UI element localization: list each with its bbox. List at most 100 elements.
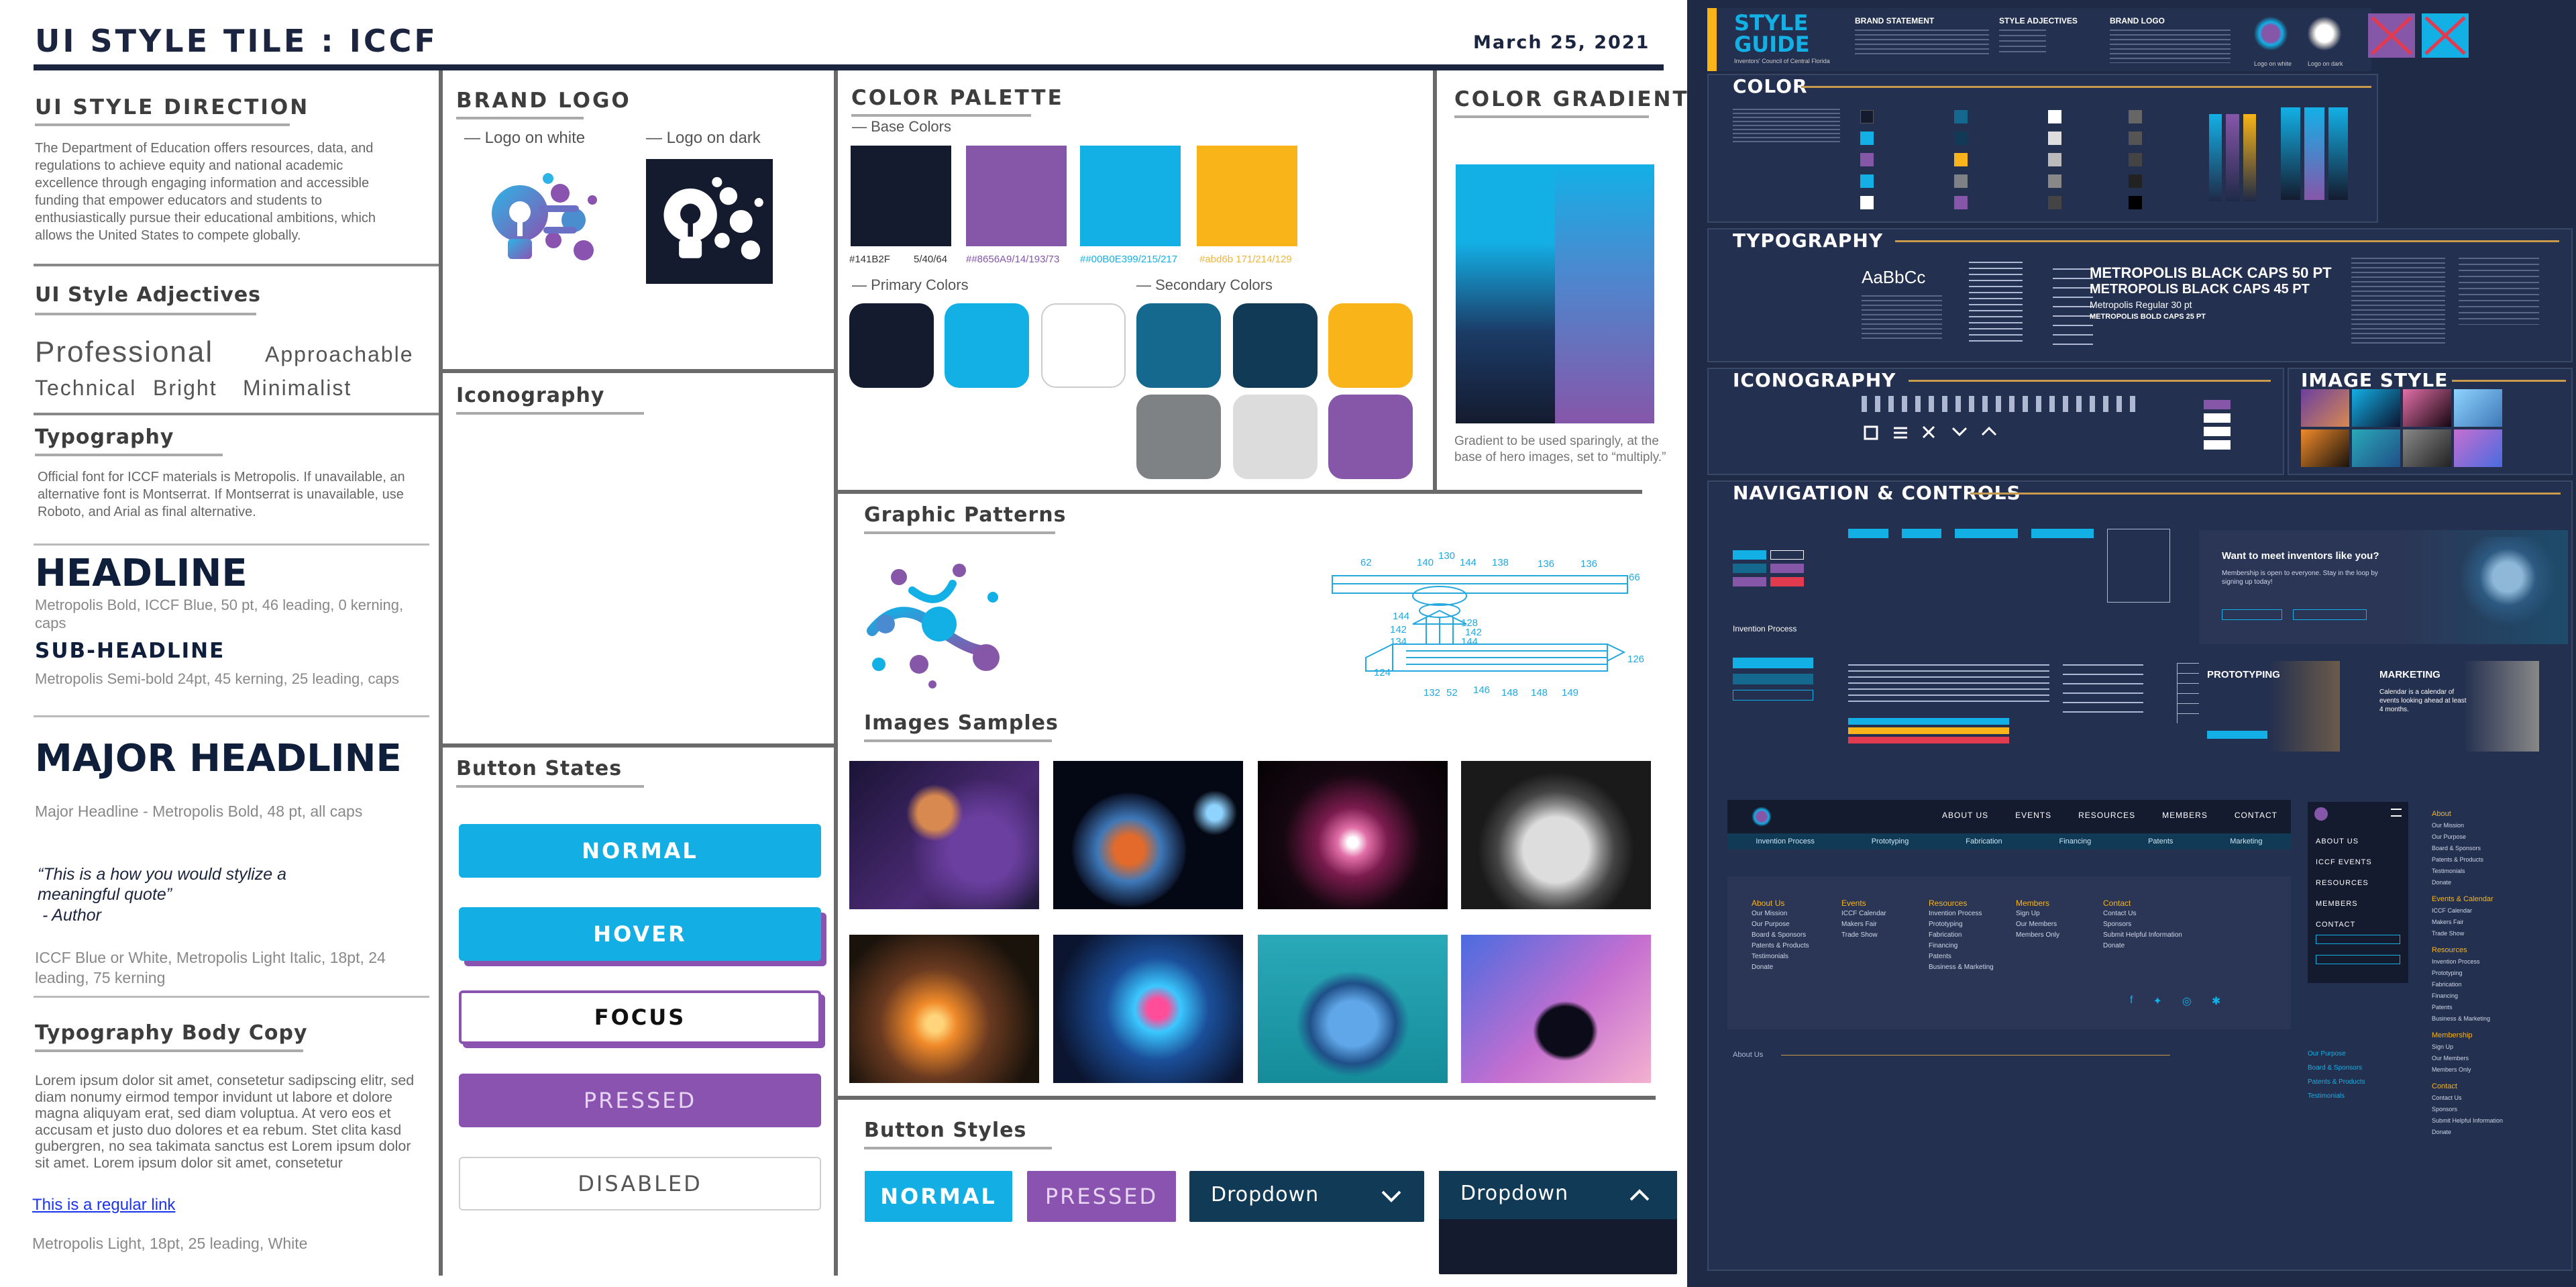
footer-link[interactable]: Contact Us bbox=[2103, 909, 2182, 919]
style-normal-button[interactable]: NORMAL bbox=[865, 1171, 1012, 1222]
footer-link[interactable]: Business & Marketing bbox=[1929, 962, 1994, 973]
sub-nav-item[interactable]: Marketing bbox=[2230, 837, 2262, 845]
sub-nav-item[interactable]: Invention Process bbox=[1756, 837, 1814, 845]
style-pressed-button[interactable]: PRESSED bbox=[1027, 1171, 1176, 1222]
tech-label: 144 bbox=[1460, 557, 1477, 568]
mobile-footer-link[interactable]: Our Members bbox=[2432, 1053, 2503, 1064]
guide-prototyping-button[interactable] bbox=[2207, 731, 2267, 739]
mobile-button-1[interactable] bbox=[2316, 935, 2400, 944]
footer-link[interactable]: Patents & Products bbox=[1752, 941, 1809, 951]
mobile-nav-item[interactable]: ICCF EVENTS bbox=[2316, 852, 2372, 873]
mobile-footer-link[interactable]: Patents & Products bbox=[2432, 854, 2503, 866]
footer-link[interactable]: Fabrication bbox=[1929, 930, 1994, 941]
footer-link[interactable]: Financing bbox=[1929, 941, 1994, 951]
guide-promo-button-1[interactable] bbox=[2222, 609, 2282, 620]
mobile-footer-link[interactable]: Makers Fair bbox=[2432, 917, 2503, 928]
mobile-footer-link[interactable]: Board & Sponsors bbox=[2432, 843, 2503, 854]
mobile-footer-link[interactable]: Testimonials bbox=[2432, 866, 2503, 877]
mobile-footer-link[interactable]: Our Mission bbox=[2432, 820, 2503, 831]
mobile-sub-item[interactable]: Board & Sponsors bbox=[2308, 1061, 2365, 1075]
mobile-nav-item[interactable]: MEMBERS bbox=[2316, 894, 2372, 915]
footer-link[interactable]: Sign Up bbox=[2016, 909, 2059, 919]
guide-text-style-lines bbox=[2459, 258, 2539, 325]
heading-underline bbox=[864, 1147, 1052, 1149]
guide-breadcrumb[interactable]: About Us bbox=[1733, 1051, 1763, 1059]
guide-nav-logo bbox=[1752, 807, 1772, 827]
mini-swatch bbox=[1954, 110, 1968, 123]
hover-state-button[interactable]: HOVER bbox=[459, 907, 821, 961]
nav-item-events[interactable]: EVENTS bbox=[2015, 811, 2051, 820]
mobile-nav-item[interactable]: ABOUT US bbox=[2316, 831, 2372, 852]
mobile-footer-link[interactable]: Our Purpose bbox=[2432, 831, 2503, 843]
mobile-footer-link[interactable]: Contact Us bbox=[2432, 1092, 2503, 1104]
hamburger-icon[interactable] bbox=[2391, 809, 2402, 817]
footer-link[interactable]: Our Purpose bbox=[1752, 919, 1809, 930]
mobile-button-2[interactable] bbox=[2316, 955, 2400, 964]
guide-brand-logo: BRAND LOGO bbox=[2110, 16, 2165, 25]
disabled-state-button[interactable]: DISABLED bbox=[459, 1157, 821, 1211]
mobile-footer-link[interactable]: Financing bbox=[2432, 990, 2503, 1002]
sub-nav-item[interactable]: Prototyping bbox=[1872, 837, 1909, 845]
footer-link[interactable]: Sponsors bbox=[2103, 919, 2182, 930]
normal-state-button[interactable]: NORMAL bbox=[459, 824, 821, 878]
sample-image-plasma bbox=[1258, 761, 1448, 909]
footer-link[interactable]: Donate bbox=[2103, 941, 2182, 951]
guide-promo-button-2[interactable] bbox=[2293, 609, 2367, 620]
mobile-footer-link[interactable]: Fabrication bbox=[2432, 979, 2503, 990]
sub-nav-item[interactable]: Patents bbox=[2148, 837, 2173, 845]
dropdown-closed[interactable]: Dropdown bbox=[1189, 1171, 1424, 1222]
footer-link[interactable]: Donate bbox=[1752, 962, 1809, 973]
heading-underline bbox=[851, 114, 1031, 117]
mobile-footer-link[interactable]: Donate bbox=[2432, 1127, 2503, 1138]
footer-link[interactable]: Our Members bbox=[2016, 919, 2059, 930]
slack-icon[interactable]: ✱ bbox=[2212, 994, 2220, 1008]
mobile-nav-item[interactable]: RESOURCES bbox=[2316, 873, 2372, 894]
instagram-icon[interactable]: ◎ bbox=[2182, 994, 2192, 1008]
primary-colors-label: — Primary Colors bbox=[852, 276, 969, 293]
sub-nav-item[interactable]: Fabrication bbox=[1966, 837, 2002, 845]
mobile-footer-link[interactable]: Invention Process bbox=[2432, 956, 2503, 968]
sample-image-planet bbox=[1053, 761, 1243, 909]
regular-link[interactable]: This is a regular link bbox=[32, 1196, 175, 1215]
pressed-state-button[interactable]: PRESSED bbox=[459, 1074, 821, 1127]
button-states-heading: Button States bbox=[456, 757, 623, 780]
mobile-footer-link[interactable]: Donate bbox=[2432, 877, 2503, 888]
mobile-footer-link[interactable]: Submit Helpful Information bbox=[2432, 1115, 2503, 1127]
nav-item-members[interactable]: MEMBERS bbox=[2162, 811, 2208, 820]
mobile-footer-link[interactable]: Members Only bbox=[2432, 1064, 2503, 1076]
facebook-icon[interactable]: f bbox=[2130, 994, 2133, 1008]
mobile-sub-item[interactable]: Testimonials bbox=[2308, 1089, 2365, 1103]
footer-link[interactable]: Testimonials bbox=[1752, 951, 1809, 962]
footer-link[interactable]: Trade Show bbox=[1841, 930, 1886, 941]
footer-link[interactable]: Prototyping bbox=[1929, 919, 1994, 930]
adjectives-heading: UI Style Adjectives bbox=[35, 283, 262, 307]
mobile-sub-item[interactable]: Our Purpose bbox=[2308, 1047, 2365, 1061]
mobile-footer-link[interactable]: Sponsors bbox=[2432, 1104, 2503, 1115]
mobile-footer-link[interactable]: Patents bbox=[2432, 1002, 2503, 1013]
footer-link[interactable]: Board & Sponsors bbox=[1752, 930, 1809, 941]
twitter-icon[interactable]: ✦ bbox=[2153, 994, 2161, 1008]
mobile-footer-link[interactable]: Sign Up bbox=[2432, 1041, 2503, 1053]
focus-state-button[interactable]: FOCUS bbox=[459, 990, 821, 1044]
mobile-footer-link[interactable]: Business & Marketing bbox=[2432, 1013, 2503, 1025]
nav-item-contact[interactable]: CONTACT bbox=[2235, 811, 2277, 820]
footer-link[interactable]: Makers Fair bbox=[1841, 919, 1886, 930]
footer-link[interactable]: Patents bbox=[1929, 951, 1994, 962]
dropdown-open[interactable]: Dropdown bbox=[1439, 1171, 1677, 1274]
footer-link[interactable]: Invention Process bbox=[1929, 909, 1994, 919]
heading-underline bbox=[456, 117, 584, 119]
mobile-footer-link[interactable]: Trade Show bbox=[2432, 928, 2503, 939]
mobile-footer-link[interactable]: ICCF Calendar bbox=[2432, 905, 2503, 917]
footer-link[interactable]: Our Mission bbox=[1752, 909, 1809, 919]
footer-link[interactable]: ICCF Calendar bbox=[1841, 909, 1886, 919]
sub-nav-item[interactable]: Financing bbox=[2059, 837, 2092, 845]
mobile-nav-item[interactable]: CONTACT bbox=[2316, 915, 2372, 935]
nav-item-about[interactable]: ABOUT US bbox=[1942, 811, 1988, 820]
nav-item-resources[interactable]: RESOURCES bbox=[2078, 811, 2135, 820]
guide-invention-process[interactable]: Invention Process bbox=[1733, 624, 1796, 633]
mobile-footer-link[interactable]: Prototyping bbox=[2432, 968, 2503, 979]
footer-link[interactable]: Members Only bbox=[2016, 930, 2059, 941]
body-copy-heading: Typography Body Copy bbox=[35, 1021, 308, 1045]
footer-link[interactable]: Submit Helpful Information bbox=[2103, 930, 2182, 941]
mobile-sub-item[interactable]: Patents & Products bbox=[2308, 1075, 2365, 1089]
